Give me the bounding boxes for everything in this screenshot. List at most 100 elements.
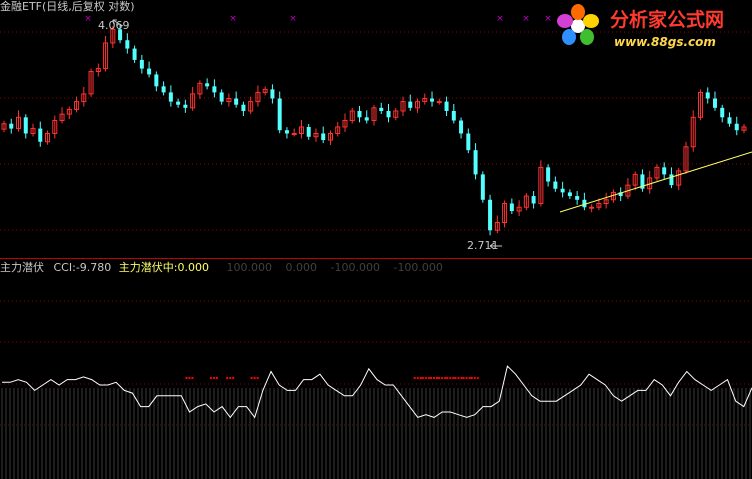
candle-body bbox=[154, 74, 159, 87]
candle-body bbox=[9, 123, 14, 129]
chart-title: 金融ETF(日线,后复权 对数) bbox=[0, 0, 135, 13]
candle bbox=[147, 61, 152, 78]
candle bbox=[270, 84, 275, 104]
watermark-url: www.88gs.com bbox=[614, 35, 716, 49]
candle-body bbox=[161, 86, 166, 93]
signal-marker-5: × bbox=[544, 14, 552, 24]
candle bbox=[154, 71, 159, 92]
candle-body bbox=[546, 167, 551, 182]
signal-label: 主力潜伏中: bbox=[118, 261, 178, 274]
candle bbox=[436, 98, 442, 105]
candle bbox=[459, 117, 464, 139]
candle bbox=[23, 114, 28, 139]
candle bbox=[546, 164, 551, 187]
candle bbox=[741, 123, 747, 134]
candle bbox=[88, 68, 94, 97]
candle bbox=[647, 170, 653, 194]
high-price-label: 4.069 bbox=[98, 19, 130, 32]
candle bbox=[538, 160, 544, 207]
candle bbox=[205, 78, 210, 90]
candle-body bbox=[291, 132, 297, 135]
candle-body bbox=[567, 192, 572, 197]
candle-body bbox=[277, 98, 282, 131]
candle bbox=[683, 141, 689, 174]
candle-body bbox=[488, 199, 493, 231]
candle-body bbox=[662, 167, 667, 175]
candle bbox=[357, 105, 362, 123]
candle bbox=[125, 33, 130, 54]
indicator-header: 主力潜伏 CCI:-9.780 主力潜伏中:0.000 100.000 0.00… bbox=[0, 261, 443, 275]
candle bbox=[30, 123, 36, 137]
candle-body bbox=[553, 181, 558, 189]
candle-body bbox=[321, 133, 326, 141]
candle-body bbox=[459, 120, 464, 134]
candlestick-series[interactable] bbox=[1, 24, 747, 236]
candle-body bbox=[466, 133, 471, 151]
candle-body bbox=[132, 48, 137, 60]
candle bbox=[379, 102, 384, 114]
candle bbox=[734, 116, 739, 136]
candle-body bbox=[560, 188, 565, 193]
candle bbox=[9, 118, 14, 134]
candle-body bbox=[705, 92, 710, 99]
flower-icon bbox=[557, 4, 599, 45]
candle bbox=[575, 191, 580, 205]
candle bbox=[662, 162, 667, 180]
ref-line-label-1: 100.000 bbox=[226, 261, 273, 274]
candle-body bbox=[284, 130, 289, 134]
candle bbox=[248, 96, 254, 114]
candle-body bbox=[575, 196, 580, 200]
candle-body bbox=[444, 101, 449, 111]
candle-body bbox=[480, 174, 485, 200]
signal-marker-0: × bbox=[84, 14, 92, 24]
candle bbox=[234, 91, 239, 108]
candle bbox=[16, 110, 22, 132]
candle bbox=[38, 121, 43, 147]
candle bbox=[95, 63, 101, 77]
candle bbox=[408, 94, 413, 111]
candle bbox=[697, 89, 703, 121]
candle bbox=[712, 91, 717, 111]
candle bbox=[415, 98, 421, 113]
chart-canvas[interactable]: × × × × × × bbox=[0, 0, 752, 479]
candle bbox=[603, 192, 609, 209]
candle-body bbox=[357, 110, 362, 118]
candle-body bbox=[727, 117, 732, 124]
candle bbox=[45, 130, 51, 145]
candle-body bbox=[712, 98, 717, 108]
candle bbox=[139, 54, 144, 74]
grid-lines bbox=[0, 31, 752, 426]
candle bbox=[298, 119, 304, 139]
candle bbox=[262, 86, 268, 96]
candle bbox=[451, 103, 456, 124]
candle-body bbox=[183, 104, 188, 108]
candle bbox=[327, 130, 333, 146]
cci-value: -9.780 bbox=[75, 261, 112, 274]
ref-line-label-3: -100.000 bbox=[330, 261, 380, 274]
cci-background-bars bbox=[1, 388, 751, 479]
signal-marker-3: × bbox=[496, 14, 504, 24]
candle-body bbox=[125, 40, 130, 49]
candle bbox=[1, 120, 7, 133]
candle-body bbox=[270, 89, 275, 99]
candle bbox=[676, 167, 682, 191]
candle bbox=[473, 143, 478, 180]
candle bbox=[444, 96, 449, 116]
candle bbox=[226, 93, 232, 107]
cci-label: CCI: bbox=[53, 261, 76, 274]
candle-body bbox=[734, 123, 739, 131]
candle bbox=[364, 110, 369, 124]
candle bbox=[386, 103, 391, 123]
candle bbox=[589, 204, 595, 213]
candle bbox=[277, 91, 282, 134]
candle bbox=[212, 79, 217, 98]
candle bbox=[321, 126, 326, 144]
trendline[interactable] bbox=[559, 151, 752, 213]
candle bbox=[103, 35, 109, 72]
candle-body bbox=[147, 68, 152, 75]
candle bbox=[494, 215, 500, 234]
candle bbox=[531, 191, 536, 209]
candle-body bbox=[589, 206, 595, 209]
signal-value: 0.000 bbox=[177, 261, 210, 274]
candle bbox=[582, 192, 587, 211]
